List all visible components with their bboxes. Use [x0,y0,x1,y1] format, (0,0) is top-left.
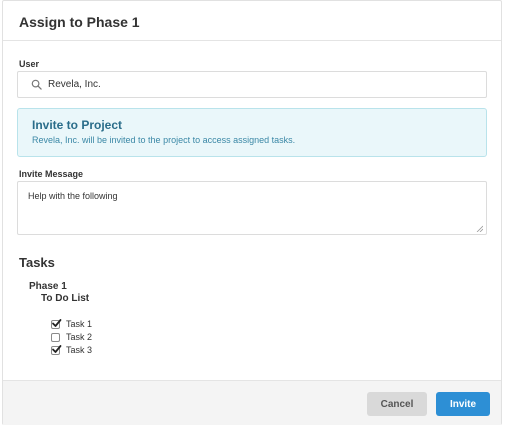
task-item[interactable]: Task 3 [51,344,92,356]
task-checkbox[interactable] [51,332,60,342]
task-item[interactable]: Task 2 [51,331,92,343]
check-icon [52,318,62,327]
task-label: Task 3 [66,345,93,355]
modal-title: Assign to Phase 1 [19,14,140,30]
user-label: User [19,59,40,69]
invite-notice-description: Revela, Inc. will be invited to the proj… [32,135,296,145]
invite-message-textarea[interactable]: Help with the following [17,181,487,235]
tasks-heading: Tasks [19,255,55,270]
task-item[interactable]: Task 1 [51,318,92,330]
task-checkbox[interactable] [51,318,62,329]
todo-list-name: To Do List [41,293,90,304]
user-search-input[interactable]: Revela, Inc. [17,71,487,98]
invite-message-label: Invite Message [19,169,84,179]
task-label: Task 1 [66,319,93,329]
phase-name: Phase 1 [29,281,67,292]
invite-notice-title: Invite to Project [32,118,123,132]
modal-footer: Cancel Invite [3,380,501,425]
user-value: Revela, Inc. [48,79,101,90]
task-label: Task 2 [66,332,93,342]
search-icon [28,77,44,93]
modal-header: Assign to Phase 1 [3,1,501,41]
resize-handle-icon[interactable] [476,224,484,233]
invite-button[interactable]: Invite [436,392,490,416]
check-icon [52,344,62,353]
assign-modal: Assign to Phase 1 User Revela, Inc. Invi… [2,0,502,425]
cancel-button[interactable]: Cancel [367,392,427,416]
task-checkbox[interactable] [51,344,62,355]
invite-notice: Invite to Project Revela, Inc. will be i… [17,108,487,157]
invite-message-value: Help with the following [28,191,118,201]
